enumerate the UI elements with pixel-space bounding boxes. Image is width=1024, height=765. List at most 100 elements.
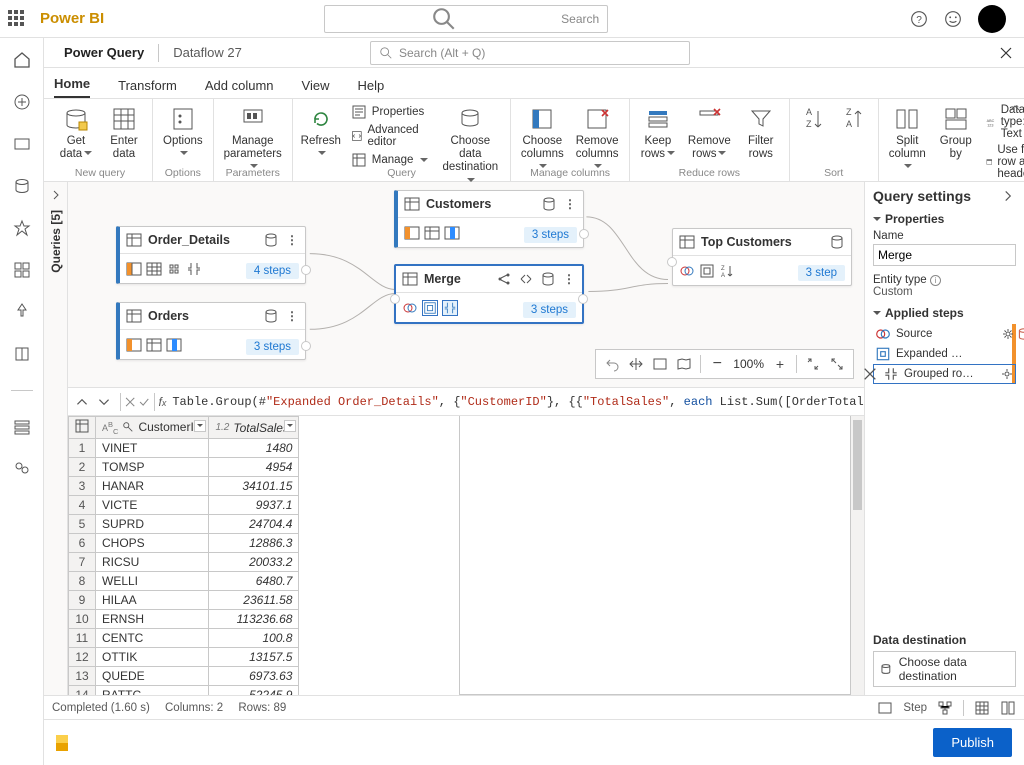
tab-home[interactable]: Home	[54, 70, 90, 98]
tab-transform[interactable]: Transform	[118, 72, 177, 98]
share-icon[interactable]	[496, 271, 512, 287]
gear-icon[interactable]	[1001, 368, 1013, 380]
datasource-icon[interactable]	[541, 196, 557, 212]
collapse-view-icon[interactable]	[805, 356, 821, 372]
app-launcher-icon[interactable]	[8, 10, 26, 28]
status-step-icon[interactable]	[877, 700, 893, 716]
enter-data-button[interactable]: Enter data	[102, 103, 146, 163]
help-icon[interactable]: ?	[910, 10, 928, 28]
split-column-button[interactable]: Split column	[885, 103, 930, 177]
diagram-canvas[interactable]: Order_Details ⋮ 4 steps	[68, 182, 864, 388]
manage-parameters-button[interactable]: Manage parameters	[220, 103, 286, 177]
publish-button[interactable]: Publish	[933, 728, 1012, 757]
fx-cancel-icon[interactable]	[123, 394, 137, 410]
section-applied-steps[interactable]: Applied steps	[873, 306, 1016, 320]
data-grid[interactable]: ABCCustomerID 1.2TotalSales	[68, 416, 459, 695]
column-filter-icon[interactable]	[194, 420, 206, 432]
query-name-input[interactable]	[873, 244, 1016, 266]
status-split-icon[interactable]	[1000, 700, 1016, 716]
info-icon[interactable]: i	[930, 275, 941, 286]
ribbon-search[interactable]: Search (Alt + Q)	[370, 41, 690, 65]
refresh-button[interactable]: Refresh	[299, 103, 343, 163]
close-icon[interactable]	[998, 45, 1014, 61]
nav-workspaces-icon[interactable]	[12, 417, 32, 437]
datasource-icon[interactable]	[263, 308, 279, 324]
table-row[interactable]: 1VINET1480	[69, 439, 299, 458]
nav-browse-icon[interactable]	[12, 134, 32, 154]
table-row[interactable]: 6CHOPS12886.3	[69, 534, 299, 553]
nav-metrics-icon[interactable]	[12, 218, 32, 238]
nav-datahub-icon[interactable]	[12, 176, 32, 196]
zoom-out-icon[interactable]: −	[709, 356, 725, 372]
column-customerid[interactable]: ABCCustomerID	[96, 417, 209, 439]
column-totalsales[interactable]: 1.2TotalSales	[209, 417, 299, 439]
table-row[interactable]: 3HANAR34101.15	[69, 477, 299, 496]
step-destination-icon[interactable]	[1016, 326, 1024, 342]
choose-destination-button[interactable]: Choose data destination	[873, 651, 1016, 687]
table-row[interactable]: 14RATTC52245.9	[69, 686, 299, 696]
node-top-customers[interactable]: Top Customers ZA 3 step	[672, 228, 852, 286]
first-row-headers-button[interactable]: Use first row as headers	[982, 143, 1024, 181]
table-row[interactable]: 5SUPRD24704.4	[69, 515, 299, 534]
node-order-details[interactable]: Order_Details ⋮ 4 steps	[116, 226, 306, 284]
nav-myworkspace-icon[interactable]	[12, 459, 32, 479]
global-search[interactable]: Search	[324, 5, 608, 33]
step-grouped[interactable]: Grouped ro…	[873, 364, 1016, 384]
node-menu-icon[interactable]: ⋮	[562, 272, 576, 286]
tab-add-column[interactable]: Add column	[205, 72, 274, 98]
datasource-icon[interactable]	[263, 232, 279, 248]
breadcrumb-dataflow[interactable]: Dataflow 27	[163, 41, 252, 64]
advanced-editor-button[interactable]: Advanced editor	[347, 123, 433, 149]
table-row[interactable]: 10ERNSH113236.68	[69, 610, 299, 629]
options-button[interactable]: Options	[159, 103, 207, 163]
datasource-icon[interactable]	[829, 234, 845, 250]
map-icon[interactable]	[676, 356, 692, 372]
expand-icon[interactable]	[518, 271, 534, 287]
filter-rows-button[interactable]: Filter rows	[739, 103, 783, 163]
pan-icon[interactable]	[628, 356, 644, 372]
sort-asc-button[interactable]: AZ	[796, 103, 832, 135]
delete-step-icon[interactable]	[862, 366, 878, 382]
choose-destination-ribbon-button[interactable]: Choose data destination	[436, 103, 504, 190]
gear-icon[interactable]	[1002, 328, 1014, 340]
step-source[interactable]: Source	[873, 324, 1016, 344]
tab-help[interactable]: Help	[357, 72, 384, 98]
expand-queries-icon[interactable]	[49, 188, 63, 202]
group-by-button[interactable]: Group by	[934, 103, 978, 163]
table-row[interactable]: 4VICTE9937.1	[69, 496, 299, 515]
avatar[interactable]	[978, 5, 1006, 33]
table-row[interactable]: 13QUEDE6973.63	[69, 667, 299, 686]
node-menu-icon[interactable]: ⋮	[285, 233, 299, 247]
remove-rows-button[interactable]: Remove rows	[684, 103, 735, 163]
node-customers[interactable]: Customers ⋮ 3 steps	[394, 190, 584, 248]
nav-deploy-icon[interactable]	[12, 302, 32, 322]
get-data-button[interactable]: Get data	[54, 103, 98, 163]
formula-text[interactable]: Table.Group(#"Expanded Order_Details", {…	[172, 395, 864, 409]
table-row[interactable]: 9HILAA23611.58	[69, 591, 299, 610]
table-row[interactable]: 8WELLI6480.7	[69, 572, 299, 591]
grid-corner-icon[interactable]	[69, 417, 96, 439]
table-row[interactable]: 11CENTC100.8	[69, 629, 299, 648]
table-row[interactable]: 2TOMSP4954	[69, 458, 299, 477]
nav-home-icon[interactable]	[12, 50, 32, 70]
section-properties[interactable]: Properties	[873, 212, 1016, 226]
breadcrumb-power-query[interactable]: Power Query	[54, 41, 154, 64]
expand-view-icon[interactable]	[829, 356, 845, 372]
step-expanded[interactable]: Expanded …	[873, 344, 1016, 364]
status-grid-icon[interactable]	[974, 700, 990, 716]
pane-expand-icon[interactable]	[1000, 188, 1016, 204]
fx-expand-icon[interactable]	[96, 394, 112, 410]
sort-desc-button[interactable]: ZA	[836, 103, 872, 135]
table-row[interactable]: 12OTTIK13157.5	[69, 648, 299, 667]
vertical-scrollbar[interactable]	[850, 416, 864, 695]
queries-rail[interactable]: Queries [5]	[44, 182, 68, 695]
node-menu-icon[interactable]: ⋮	[563, 197, 577, 211]
node-menu-icon[interactable]: ⋮	[285, 309, 299, 323]
fit-icon[interactable]	[652, 356, 668, 372]
nav-learn-icon[interactable]	[12, 344, 32, 364]
fx-collapse-icon[interactable]	[74, 394, 90, 410]
datasource-icon[interactable]	[540, 271, 556, 287]
node-merge[interactable]: Merge ⋮ 3 steps	[394, 264, 584, 324]
feedback-icon[interactable]	[944, 10, 962, 28]
undo-icon[interactable]	[604, 356, 620, 372]
